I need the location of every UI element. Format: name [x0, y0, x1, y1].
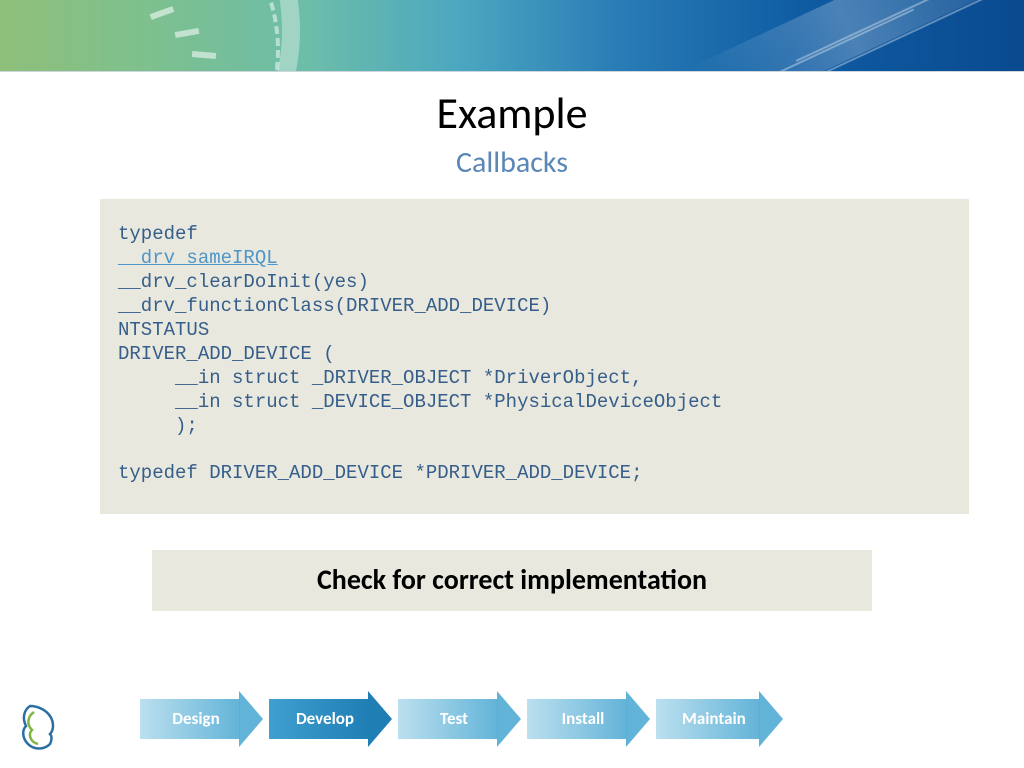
callout-text: Check for correct implementation: [317, 562, 707, 597]
workflow-step-develop: Develop: [269, 699, 392, 739]
arrow-head-icon: [368, 691, 392, 747]
workflow-step-label: Test: [440, 708, 468, 729]
code-line: __in struct _DRIVER_OBJECT *DriverObject…: [118, 367, 643, 389]
arrow-head-icon: [497, 691, 521, 747]
workflow-step-design: Design: [140, 699, 263, 739]
mascot-icon: [16, 700, 60, 752]
code-line: DRIVER_ADD_DEVICE (: [118, 343, 335, 365]
workflow-step-label: Maintain: [682, 708, 746, 729]
code-line: __drv_clearDoInit(yes): [118, 271, 369, 293]
code-line-link[interactable]: __drv_sameIRQL: [118, 247, 278, 269]
workflow-step-label: Install: [562, 708, 605, 729]
code-line: __in struct _DEVICE_OBJECT *PhysicalDevi…: [118, 391, 722, 413]
workflow-step-label: Design: [172, 708, 219, 729]
workflow-step-install: Install: [527, 699, 650, 739]
workflow-step-test: Test: [398, 699, 521, 739]
slide-title: Example: [0, 86, 1024, 140]
arrow-head-icon: [626, 691, 650, 747]
code-block: typedef __drv_sameIRQL __drv_clearDoInit…: [100, 199, 969, 514]
code-line: typedef: [118, 223, 198, 245]
workflow-arrows: Design Develop Test Install Maintain: [140, 694, 783, 744]
code-line: NTSTATUS: [118, 319, 209, 341]
code-line: typedef DRIVER_ADD_DEVICE *PDRIVER_ADD_D…: [118, 462, 643, 484]
slide-subtitle: Callbacks: [0, 144, 1024, 181]
arrow-head-icon: [239, 691, 263, 747]
header-banner: [0, 0, 1024, 72]
code-line: );: [118, 415, 198, 437]
workflow-step-label: Develop: [296, 708, 354, 729]
workflow-step-maintain: Maintain: [656, 699, 783, 739]
arrow-head-icon: [759, 691, 783, 747]
callout-box: Check for correct implementation: [152, 550, 872, 611]
code-line: __drv_functionClass(DRIVER_ADD_DEVICE): [118, 295, 551, 317]
